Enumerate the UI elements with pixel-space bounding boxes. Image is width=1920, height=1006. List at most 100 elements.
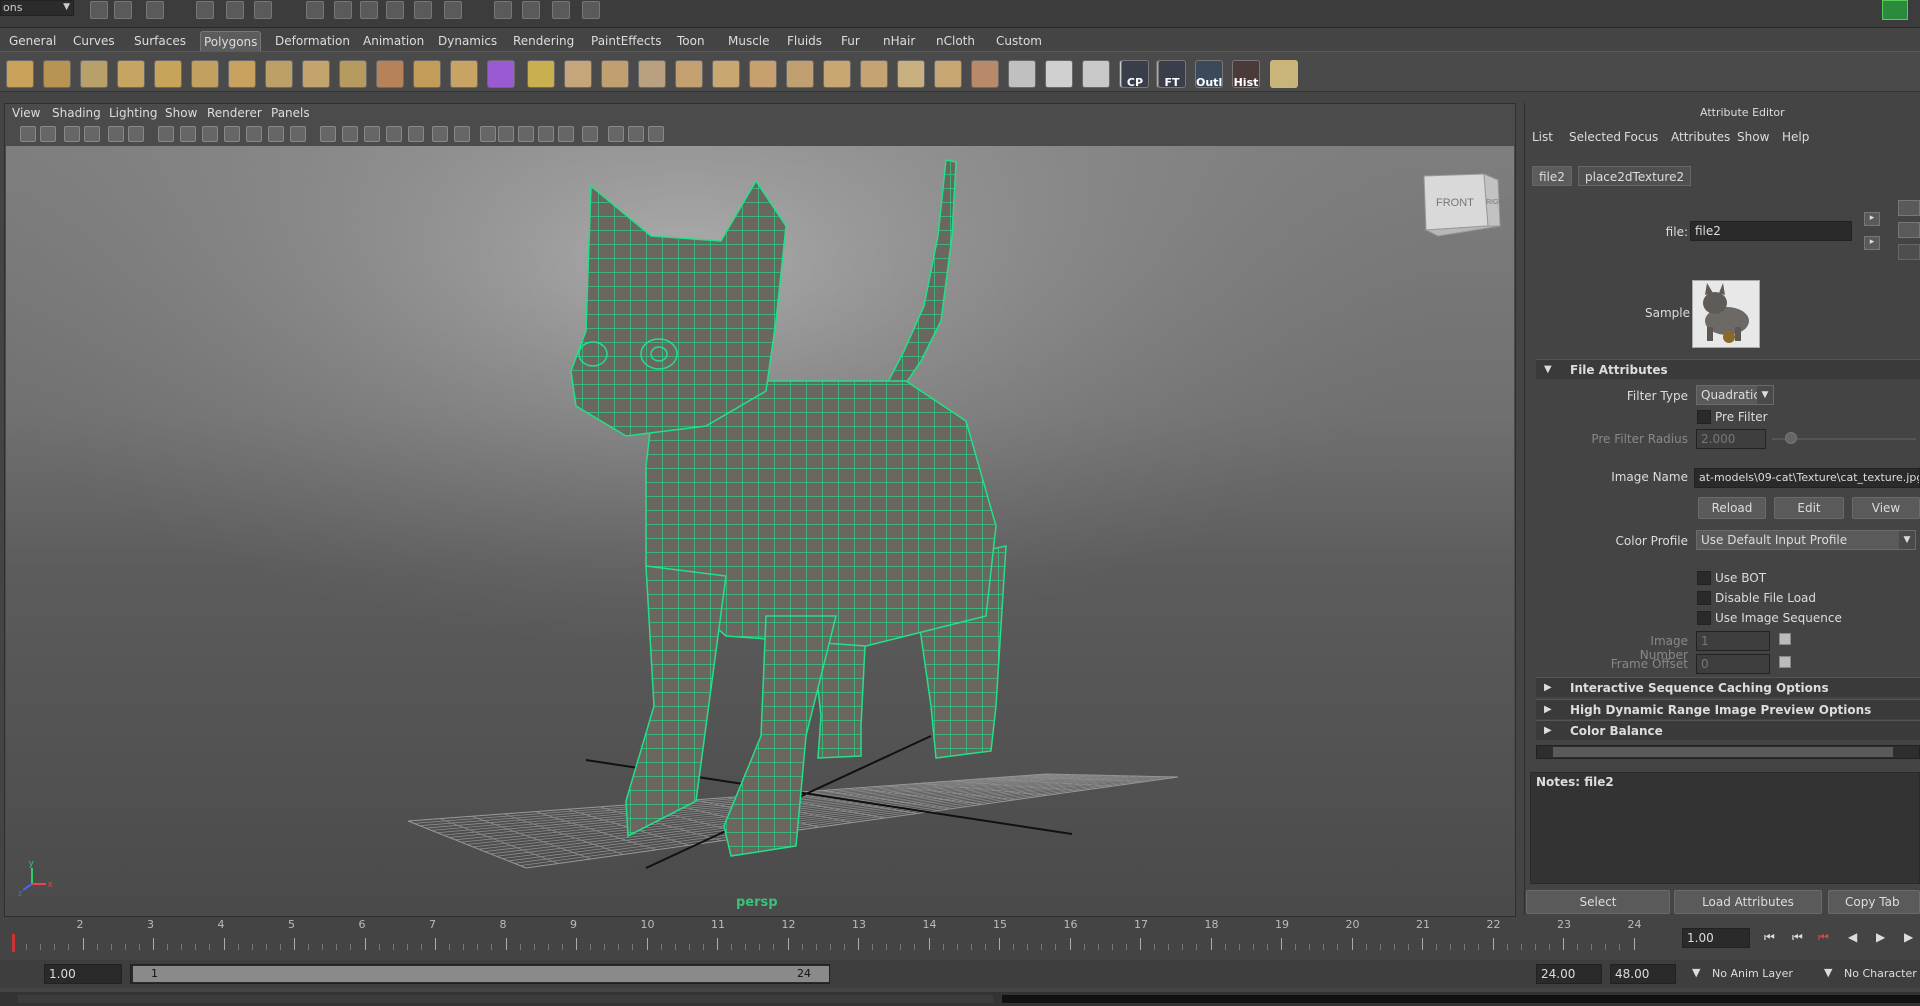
expression-icon[interactable]	[1779, 633, 1791, 645]
filter-type-dropdown[interactable]: Quadratic ▼	[1696, 385, 1774, 405]
status-tool-icon[interactable]	[414, 1, 432, 19]
ae-menu-selected[interactable]: Selected	[1569, 130, 1621, 144]
viewport-tool-icon[interactable]	[158, 126, 174, 142]
shelf-outliner-button[interactable]: Outl	[1195, 60, 1223, 88]
shelf-tool-icon[interactable]	[749, 60, 777, 88]
use-bot-checkbox[interactable]	[1697, 571, 1711, 585]
shelf-tool-icon[interactable]	[117, 60, 145, 88]
pre-filter-checkbox[interactable]	[1697, 410, 1711, 424]
shelf-tab-curves[interactable]: Curves	[70, 31, 118, 51]
step-back-frame-icon[interactable]: ⏮	[1818, 930, 1829, 945]
layout-icon[interactable]	[1882, 0, 1908, 20]
status-tool-icon[interactable]	[334, 1, 352, 19]
chevron-down-icon[interactable]: ▼	[1824, 966, 1832, 979]
copy-tab-button[interactable]: Copy Tab	[1828, 890, 1920, 914]
slider-handle[interactable]	[1785, 432, 1797, 444]
shelf-tool-icon[interactable]	[638, 60, 666, 88]
viewport-3d[interactable]: FRONT RIGHT y x z	[6, 146, 1514, 916]
viewport-tool-icon[interactable]	[320, 126, 336, 142]
shelf-tool-icon[interactable]	[1082, 60, 1110, 88]
shelf-tool-icon[interactable]	[413, 60, 441, 88]
view-button[interactable]: View	[1852, 497, 1920, 519]
viewport-tool-icon[interactable]	[128, 126, 144, 142]
section-interactive-sequence-caching[interactable]: ▶ Interactive Sequence Caching Options	[1536, 677, 1920, 697]
step-forward-icon[interactable]: ▶	[1904, 930, 1913, 944]
shelf-tool-icon[interactable]	[971, 60, 999, 88]
viewport-tool-icon[interactable]	[202, 126, 218, 142]
shelf-tab-fur[interactable]: Fur	[838, 31, 863, 51]
shelf-tab-muscle[interactable]: Muscle	[725, 31, 773, 51]
play-backwards-icon[interactable]: ◀	[1848, 930, 1857, 944]
status-tool-icon[interactable]	[582, 1, 600, 19]
viewport-tool-icon[interactable]	[386, 126, 402, 142]
start-time-field[interactable]: 1.00	[44, 964, 122, 984]
go-to-start-icon[interactable]: ⏮	[1764, 930, 1775, 945]
status-tool-icon[interactable]	[494, 1, 512, 19]
section-file-attributes[interactable]: ▼ File Attributes	[1536, 359, 1920, 379]
anim-end-field[interactable]: 48.00	[1610, 964, 1676, 984]
status-tool-icon[interactable]	[114, 1, 132, 19]
viewport-tool-icon[interactable]	[498, 126, 514, 142]
shelf-tool-icon[interactable]	[1008, 60, 1036, 88]
shelf-tab-toon[interactable]: Toon	[674, 31, 708, 51]
viewport-tool-icon[interactable]	[64, 126, 80, 142]
status-tool-icon[interactable]	[90, 1, 108, 19]
shelf-tool-icon[interactable]	[564, 60, 592, 88]
character-set-label[interactable]: No Character Set	[1844, 967, 1920, 980]
shelf-tool-icon[interactable]	[228, 60, 256, 88]
viewport-tool-icon[interactable]	[538, 126, 554, 142]
viewport-tool-icon[interactable]	[648, 126, 664, 142]
shelf-tab-animation[interactable]: Animation	[360, 31, 427, 51]
shelf-tool-icon[interactable]	[376, 60, 404, 88]
status-tool-icon[interactable]	[254, 1, 272, 19]
shelf-tab-polygons[interactable]: Polygons	[200, 31, 262, 51]
viewport-tool-icon[interactable]	[20, 126, 36, 142]
input-connection-icon[interactable]: ▸	[1864, 212, 1880, 226]
horizontal-scrollbar[interactable]	[1536, 745, 1920, 759]
status-tool-icon[interactable]	[386, 1, 404, 19]
status-tool-icon[interactable]	[146, 1, 164, 19]
command-line[interactable]	[0, 992, 1920, 1006]
viewport-tool-icon[interactable]	[480, 126, 496, 142]
viewport-tool-icon[interactable]	[628, 126, 644, 142]
play-forwards-icon[interactable]: ▶	[1876, 930, 1885, 944]
disable-file-load-checkbox[interactable]	[1697, 591, 1711, 605]
section-color-balance[interactable]: ▶ Color Balance	[1536, 720, 1920, 740]
shelf-tab-surfaces[interactable]: Surfaces	[131, 31, 189, 51]
shelf-tool-icon[interactable]	[191, 60, 219, 88]
shelf-ft-button[interactable]: FT	[1158, 60, 1186, 88]
shelf-tool-icon[interactable]	[80, 60, 108, 88]
viewport-tool-icon[interactable]	[432, 126, 448, 142]
shelf-tool-icon[interactable]	[339, 60, 367, 88]
expression-icon[interactable]	[1779, 656, 1791, 668]
shelf-history-button[interactable]: Hist	[1232, 60, 1260, 88]
ae-tab-place2dtexture2[interactable]: place2dTexture2	[1578, 166, 1692, 186]
shelf-tool-icon[interactable]	[675, 60, 703, 88]
viewport-tool-icon[interactable]	[454, 126, 470, 142]
ae-menu-focus[interactable]: Focus	[1624, 130, 1658, 144]
ae-menu-show[interactable]: Show	[1737, 130, 1769, 144]
anim-layer-label[interactable]: No Anim Layer	[1712, 967, 1793, 980]
focus-button[interactable]	[1898, 200, 1920, 216]
shelf-tab-painteffects[interactable]: PaintEffects	[588, 31, 664, 51]
shelf-tab-general[interactable]: General	[6, 31, 59, 51]
image-number-field[interactable]: 1	[1696, 631, 1770, 651]
shelf-tab-rendering[interactable]: Rendering	[510, 31, 577, 51]
viewcube[interactable]: FRONT RIGHT	[1423, 173, 1509, 237]
shelf-tool-icon[interactable]	[1045, 60, 1073, 88]
current-time-marker[interactable]	[12, 934, 15, 952]
shelf-tool-icon[interactable]	[450, 60, 478, 88]
viewport-tool-icon[interactable]	[246, 126, 262, 142]
viewport-tool-icon[interactable]	[582, 126, 598, 142]
shelf-tab-fluids[interactable]: Fluids	[784, 31, 825, 51]
status-tool-icon[interactable]	[360, 1, 378, 19]
shelf-tool-icon[interactable]	[487, 60, 515, 88]
viewport-menu-lighting[interactable]: Lighting	[109, 106, 158, 120]
use-image-sequence-checkbox[interactable]	[1697, 611, 1711, 625]
time-slider[interactable]: 2 3 4 5 6 7 8 9 10 11 12 13 14 15 16 17 18 19 20 21 22 23 24	[0, 918, 1920, 958]
shelf-tool-icon[interactable]	[897, 60, 925, 88]
output-connection-icon[interactable]: ▸	[1864, 236, 1880, 250]
shelf-tool-icon[interactable]	[154, 60, 182, 88]
viewport-tool-icon[interactable]	[268, 126, 284, 142]
viewport-tool-icon[interactable]	[342, 126, 358, 142]
